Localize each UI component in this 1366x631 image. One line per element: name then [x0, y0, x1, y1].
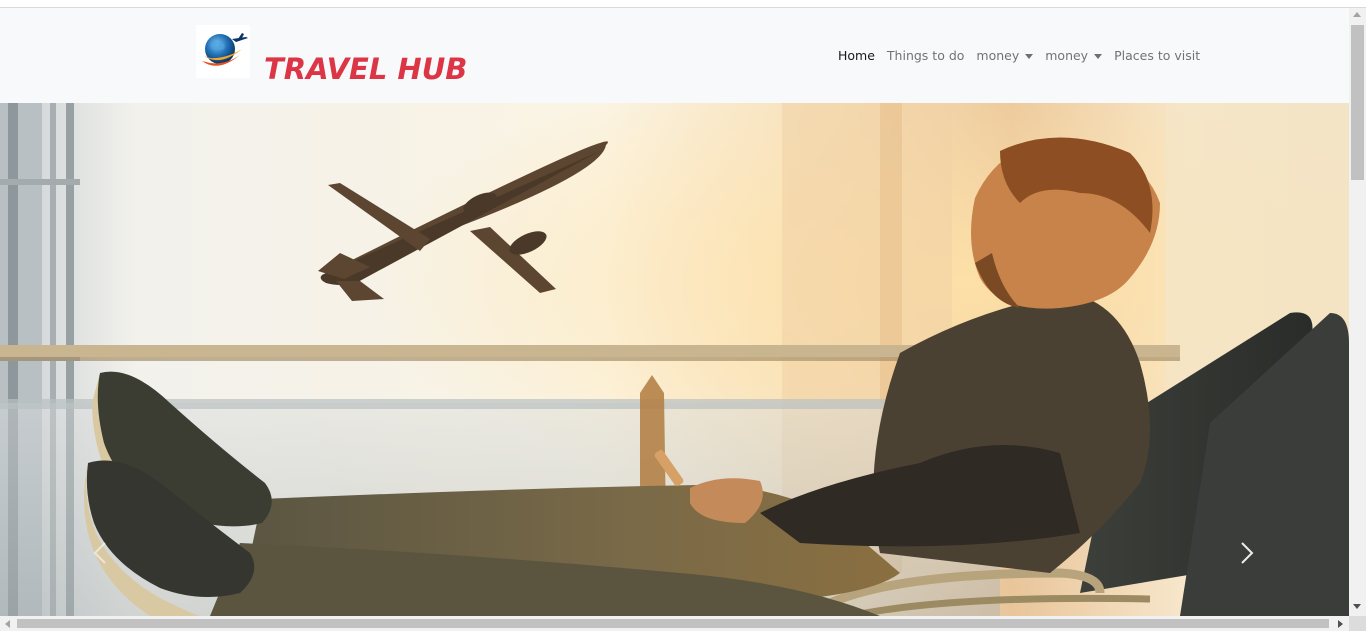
nav-item-label: money — [1045, 48, 1089, 63]
vertical-scrollbar[interactable] — [1349, 8, 1366, 616]
nav-item-label: Home — [838, 48, 875, 63]
scroll-left-arrow-icon[interactable] — [5, 620, 10, 628]
main-nav: Home Things to do money money Places to … — [832, 47, 1206, 65]
nav-item-label: Things to do — [886, 48, 965, 63]
brand-name[interactable]: TRAVEL HUB — [264, 55, 467, 84]
scroll-down-arrow-icon[interactable] — [1353, 604, 1361, 609]
scrollbar-corner — [1349, 616, 1366, 631]
horizontal-scroll-thumb[interactable] — [17, 619, 1329, 628]
caret-down-icon — [1025, 53, 1034, 59]
nav-item-home[interactable]: Home — [832, 47, 881, 65]
vertical-scroll-thumb[interactable] — [1351, 25, 1364, 180]
page: TRAVEL HUB Home Things to do money money… — [0, 8, 1349, 616]
nav-item-label: money — [976, 48, 1020, 63]
navbar: TRAVEL HUB Home Things to do money money… — [0, 8, 1349, 103]
nav-item-things-to-do[interactable]: Things to do — [881, 47, 970, 65]
nav-item-label: Places to visit — [1114, 48, 1201, 63]
nav-item-money-dropdown-2[interactable]: money — [1039, 47, 1108, 65]
window-top-border — [0, 0, 1366, 8]
carousel-prev-button[interactable] — [80, 523, 120, 583]
carousel-slide-image — [0, 103, 1349, 616]
chevron-right-icon — [1241, 542, 1254, 564]
nav-item-money-dropdown-1[interactable]: money — [970, 47, 1039, 65]
brand-logo[interactable] — [196, 25, 250, 78]
chevron-left-icon — [93, 542, 106, 564]
scroll-up-arrow-icon[interactable] — [1353, 12, 1361, 17]
hero-carousel — [0, 103, 1349, 616]
scroll-right-arrow-icon[interactable] — [1338, 620, 1343, 628]
horizontal-scrollbar[interactable] — [0, 616, 1349, 631]
globe-airplane-logo-icon — [202, 33, 248, 66]
nav-item-places-to-visit[interactable]: Places to visit — [1108, 47, 1206, 65]
carousel-next-button[interactable] — [1227, 523, 1267, 583]
caret-down-icon — [1094, 53, 1103, 59]
